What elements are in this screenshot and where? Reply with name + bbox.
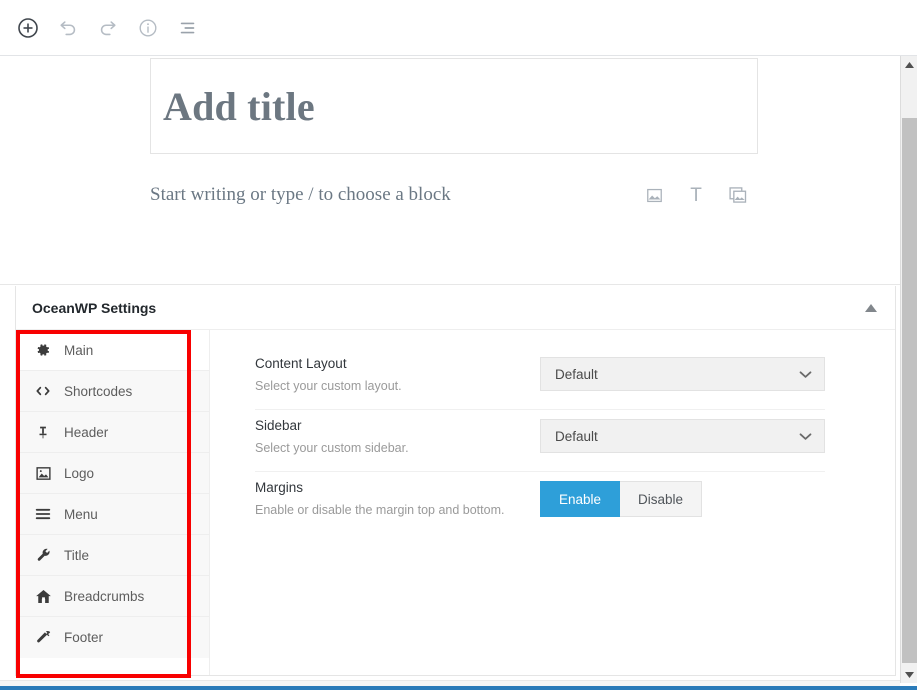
editor-toolbar [0, 0, 917, 56]
field-label: Content Layout [255, 356, 540, 371]
add-block-icon[interactable] [10, 10, 46, 46]
metabox-header: OceanWP Settings [16, 286, 895, 330]
sidebar-item-header[interactable]: Header [16, 412, 209, 453]
page-scrollbar[interactable] [900, 56, 917, 683]
field-description: Select your custom sidebar. [255, 441, 540, 455]
code-icon [34, 383, 52, 399]
page-title: OceanWP Settings [32, 300, 156, 316]
chevron-down-icon [799, 429, 812, 444]
sidebar-item-logo[interactable]: Logo [16, 453, 209, 494]
post-title-field[interactable]: Add title [150, 58, 758, 154]
field-control: Default [540, 418, 825, 453]
sidebar-item-label: Logo [64, 466, 94, 481]
sidebar-item-label: Title [64, 548, 89, 563]
post-title-placeholder: Add title [163, 83, 315, 130]
hamburger-icon [34, 507, 52, 521]
scroll-down-icon[interactable] [901, 666, 917, 683]
undo-icon[interactable] [50, 10, 86, 46]
sidebar-item-label: Breadcrumbs [64, 589, 144, 604]
oceanwp-settings-metabox: OceanWP Settings Main [15, 286, 896, 676]
field-control: Default [540, 356, 825, 391]
content-layout-select[interactable]: Default [540, 357, 825, 391]
sidebar-item-menu[interactable]: Menu [16, 494, 209, 535]
sidebar-item-shortcodes[interactable]: Shortcodes [16, 371, 209, 412]
select-value: Default [555, 429, 598, 444]
bottom-accent-rule [0, 686, 917, 690]
settings-fields-panel: Content Layout Select your custom layout… [210, 330, 895, 675]
hammer-icon [34, 629, 52, 646]
chevron-down-icon [799, 367, 812, 382]
sidebar-select[interactable]: Default [540, 419, 825, 453]
paragraph-block-icon[interactable]: T [684, 183, 708, 207]
field-margins: Margins Enable or disable the margin top… [255, 472, 825, 533]
field-text: Sidebar Select your custom sidebar. [255, 418, 540, 455]
gallery-block-icon[interactable] [726, 183, 750, 207]
image-block-icon[interactable] [642, 183, 666, 207]
sidebar-item-main[interactable]: Main [16, 330, 209, 371]
sidebar-item-breadcrumbs[interactable]: Breadcrumbs [16, 576, 209, 617]
margins-enable-button[interactable]: Enable [540, 481, 620, 517]
collapse-panel-icon[interactable] [861, 298, 881, 318]
field-control: Enable Disable [540, 480, 825, 517]
scroll-up-icon[interactable] [901, 56, 917, 73]
sidebar-item-label: Footer [64, 630, 103, 645]
sidebar-item-label: Shortcodes [64, 384, 132, 399]
sidebar-item-label: Header [64, 425, 108, 440]
page-root: Add title Start writing or type / to cho… [0, 0, 917, 690]
margins-button-group: Enable Disable [540, 481, 825, 517]
sidebar-item-title[interactable]: Title [16, 535, 209, 576]
sidebar-item-label: Menu [64, 507, 98, 522]
settings-tab-list: Main Shortcodes [16, 330, 210, 675]
editor-canvas: Add title Start writing or type / to cho… [0, 56, 903, 285]
sidebar-item-footer[interactable]: Footer [16, 617, 209, 658]
list-view-icon[interactable] [170, 10, 206, 46]
paragraph-placeholder: Start writing or type / to choose a bloc… [150, 184, 451, 206]
quick-inserter-group: T [642, 183, 758, 207]
redo-icon[interactable] [90, 10, 126, 46]
field-description: Select your custom layout. [255, 379, 540, 393]
field-description: Enable or disable the margin top and bot… [255, 503, 540, 517]
default-paragraph-block[interactable]: Start writing or type / to choose a bloc… [150, 172, 758, 218]
wrench-icon [34, 547, 52, 564]
field-text: Margins Enable or disable the margin top… [255, 480, 540, 517]
image-icon [34, 465, 52, 482]
gear-icon [34, 342, 52, 358]
select-value: Default [555, 367, 598, 382]
field-label: Sidebar [255, 418, 540, 433]
field-sidebar: Sidebar Select your custom sidebar. Defa… [255, 410, 825, 472]
pin-icon [34, 424, 52, 441]
margins-disable-button[interactable]: Disable [620, 481, 702, 517]
metabox-body: Main Shortcodes [16, 330, 895, 675]
home-icon [34, 588, 52, 605]
info-icon[interactable] [130, 10, 166, 46]
sidebar-item-label: Main [64, 343, 93, 358]
field-label: Margins [255, 480, 540, 495]
scrollbar-thumb[interactable] [902, 118, 917, 663]
field-content-layout: Content Layout Select your custom layout… [255, 348, 825, 410]
field-text: Content Layout Select your custom layout… [255, 356, 540, 393]
